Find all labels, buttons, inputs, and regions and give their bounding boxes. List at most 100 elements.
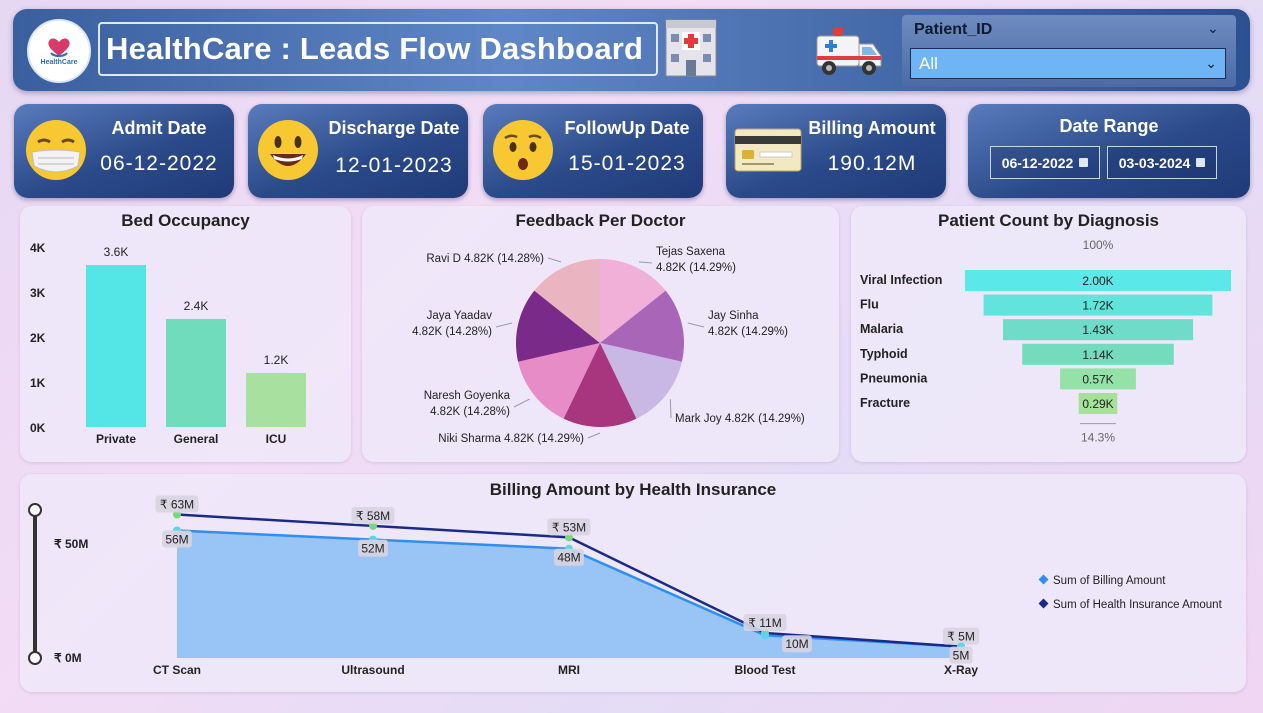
insurance-data-label: ₹ 53M <box>552 520 586 534</box>
date-range-start-value: 06-12-2022 <box>1001 154 1074 171</box>
patient-id-label: Patient_ID <box>914 21 993 38</box>
chevron-down-icon: ⌄ <box>1205 55 1217 71</box>
funnel-category-label: Pneumonia <box>860 371 928 385</box>
date-range-start-input[interactable]: 06-12-2022 <box>990 146 1100 179</box>
healthcare-logo: HealthCare <box>27 19 91 83</box>
pie-slice-label: Mark Joy 4.82K (14.29%) <box>675 413 805 425</box>
followup-date-card: FollowUp Date 15-01-2023 <box>483 104 703 198</box>
pie-slice-name: Jay Sinha <box>708 310 759 322</box>
ambulance-icon <box>816 28 882 75</box>
date-range-title: Date Range <box>1059 116 1159 136</box>
patient-count-funnel-chart: 100% 2.00K Viral Infection 1.72K Flu 1.43K Mal… <box>860 238 1231 445</box>
feedback-per-doctor-panel: Feedback Per Doctor Tejas Saxena 4.82K (1… <box>362 206 839 462</box>
pie-slice-label: Ravi D 4.82K (14.28%) <box>426 253 544 265</box>
pie-slice-label: 4.82K (14.28%) <box>412 326 492 338</box>
x-tick-label: ICU <box>266 432 287 446</box>
y-tick-label: 1K <box>30 376 46 390</box>
admit-date-value: 06-12-2022 <box>100 152 218 175</box>
chevron-down-icon[interactable]: ⌄ <box>1207 20 1219 37</box>
admit-date-card: Admit Date 06-12-2022 <box>14 104 234 198</box>
date-range-end-value: 03-03-2024 <box>1118 154 1191 171</box>
x-tick-label: General <box>174 432 219 446</box>
pie-leader-line <box>547 257 562 263</box>
logo-text: HealthCare <box>40 59 78 66</box>
x-tick-label: CT Scan <box>153 663 201 677</box>
feedback-pie-chart: Tejas Saxena 4.82K (14.29%) Jay Sinha 4.82K… <box>412 246 805 445</box>
title-box: HealthCare : Leads Flow Dashboard <box>98 22 658 76</box>
face-with-mask-emoji <box>26 120 86 180</box>
admit-date-title: Admit Date <box>111 118 207 138</box>
discharge-date-value: 12-01-2023 <box>335 154 453 177</box>
x-tick-label: X-Ray <box>944 663 978 677</box>
range-slider-handle-bottom[interactable] <box>28 651 42 665</box>
heart-hands-icon <box>48 38 70 58</box>
pie-slice-label: Niki Sharma 4.82K (14.29%) <box>438 433 584 445</box>
legend-marker-billing <box>1038 574 1049 585</box>
funnel-data-label: 0.57K <box>1082 372 1113 386</box>
funnel-data-label: 0.29K <box>1082 397 1113 411</box>
pie-slice-name: Naresh Goyenka <box>424 390 511 402</box>
billing-amount-card: Billing Amount 190.12M <box>726 104 946 198</box>
billing-point[interactable] <box>761 631 769 640</box>
funnel-data-label: 2.00K <box>1082 274 1113 288</box>
discharge-date-title: Discharge Date <box>328 118 460 138</box>
x-tick-label: MRI <box>558 663 580 677</box>
followup-date-title: FollowUp Date <box>564 118 690 138</box>
x-tick-label: Ultrasound <box>341 663 404 677</box>
bar[interactable] <box>86 265 146 427</box>
bed-occupancy-panel: Bed Occupancy 0K 1K 2K 3K 4K 3.6K Private 2.4K G… <box>20 206 351 462</box>
range-slider-handle-top[interactable] <box>28 503 42 517</box>
insurance-data-label: ₹ 5M <box>947 630 975 644</box>
pie-leader-line <box>687 322 705 328</box>
funnel-category-label: Malaria <box>860 322 904 336</box>
bar[interactable] <box>166 319 226 427</box>
calendar-icon[interactable] <box>1079 158 1089 167</box>
patient-id-dropdown[interactable]: All ⌄ <box>910 48 1226 79</box>
pie-slice-label: 4.82K (14.29%) <box>656 262 736 274</box>
billing-by-insurance-panel: Billing Amount by Health Insurance ₹ 0M ₹… <box>20 474 1246 692</box>
legend-label-billing[interactable]: Sum of Billing Amount <box>1053 575 1166 587</box>
billing-data-label: 10M <box>785 637 808 651</box>
billing-data-label: 52M <box>361 542 384 556</box>
insurance-data-label: ₹ 58M <box>356 509 390 523</box>
y-tick-label: ₹ 0M <box>54 651 82 665</box>
hushed-face-emoji <box>493 120 553 180</box>
funnel-data-label: 1.72K <box>1082 299 1113 313</box>
bed-occupancy-chart: 0K 1K 2K 3K 4K 3.6K Private 2.4K General 1.2K ICU <box>30 241 306 446</box>
insurance-data-label: ₹ 63M <box>160 498 194 512</box>
x-tick-label: Blood Test <box>734 663 795 677</box>
y-tick-label: 0K <box>30 421 46 435</box>
funnel-category-label: Fracture <box>860 396 910 410</box>
pie-slice-label: 4.82K (14.28%) <box>430 406 510 418</box>
funnel-data-label: 1.43K <box>1082 323 1113 337</box>
bar[interactable] <box>246 373 306 427</box>
y-tick-label: 2K <box>30 331 46 345</box>
page-title: HealthCare : Leads Flow Dashboard <box>106 31 644 66</box>
hospital-icon <box>665 19 717 77</box>
billing-amount-value: 190.12M <box>827 152 917 175</box>
bar-data-label: 1.2K <box>264 353 289 367</box>
billing-area-chart: ₹ 0M ₹ 50M ₹ 63M ₹ 58M ₹ 53M ₹ 11M ₹ 5M 56M 52M 4… <box>28 495 1223 677</box>
billing-data-label: 48M <box>557 551 580 565</box>
calendar-icon[interactable] <box>1196 158 1206 167</box>
funnel-data-label: 1.14K <box>1082 348 1113 362</box>
pie-leader-line <box>495 322 513 328</box>
smiling-face-emoji <box>258 120 318 180</box>
date-range-end-input[interactable]: 03-03-2024 <box>1107 146 1217 179</box>
y-tick-label: 4K <box>30 241 46 255</box>
pie-slice-name: Tejas Saxena <box>656 246 726 258</box>
credit-card-icon <box>734 128 802 172</box>
funnel-category-label: Viral Infection <box>860 273 942 287</box>
patient-id-value: All <box>919 53 938 73</box>
pie-slice-label: 4.82K (14.29%) <box>708 326 788 338</box>
followup-date-value: 15-01-2023 <box>568 152 686 175</box>
pie-slice-name: Jaya Yaadav <box>427 310 493 322</box>
bar-data-label: 3.6K <box>104 245 129 259</box>
pie-leader-line <box>669 399 672 419</box>
legend-label-insurance[interactable]: Sum of Health Insurance Amount <box>1053 599 1223 611</box>
y-tick-label: 3K <box>30 286 46 300</box>
funnel-top-label: 100% <box>1083 238 1114 252</box>
bar-data-label: 2.4K <box>184 299 209 313</box>
funnel-category-label: Flu <box>860 298 879 312</box>
pie-leader-line <box>513 398 530 408</box>
